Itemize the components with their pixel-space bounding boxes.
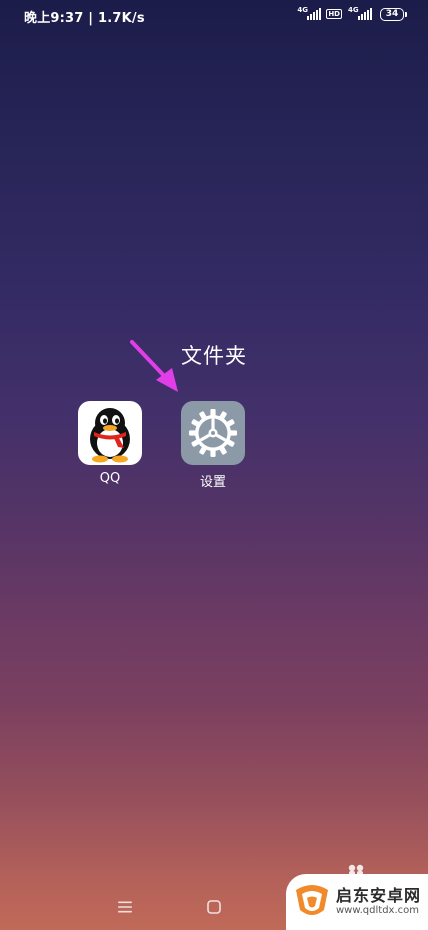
home-icon	[207, 900, 221, 914]
watermark-url: www.qdltdx.com	[336, 905, 419, 916]
status-time: 晚上9:37	[24, 11, 84, 26]
sim2-signal-icon: 4G	[348, 6, 372, 21]
battery-icon: 34	[380, 7, 407, 21]
app-settings-label: 设置	[199, 475, 226, 490]
watermark-box: 启东安卓网 www.qdltdx.com	[286, 874, 428, 930]
status-bar: 晚上9:37 | 1.7K/s 4G HD 4G 34	[0, 0, 428, 34]
status-right: 4G HD 4G 34	[297, 6, 407, 21]
hd-voice-badge: HD	[326, 9, 342, 19]
nav-menu-button[interactable]	[112, 894, 138, 920]
watermark: 启东安卓网 www.qdltdx.com	[280, 864, 428, 930]
annotation-arrow-icon	[130, 340, 178, 392]
app-settings[interactable]: 设置	[181, 401, 245, 490]
app-qq[interactable]: QQ	[78, 401, 142, 486]
nav-home-button[interactable]	[201, 894, 227, 920]
status-left: 晚上9:37 | 1.7K/s	[24, 7, 145, 26]
watermark-name: 启东安卓网	[336, 886, 422, 905]
sim1-signal-icon: 4G	[297, 6, 322, 21]
watermark-logo-icon	[296, 885, 328, 915]
folder-title[interactable]: 文件夹	[0, 340, 428, 370]
qq-penguin-icon	[78, 401, 142, 465]
gear-icon	[181, 401, 245, 465]
app-qq-label: QQ	[99, 471, 121, 486]
menu-icon	[118, 901, 132, 913]
battery-level: 34	[385, 8, 399, 19]
status-net-speed: 1.7K/s	[97, 11, 145, 26]
status-separator: |	[88, 11, 94, 26]
